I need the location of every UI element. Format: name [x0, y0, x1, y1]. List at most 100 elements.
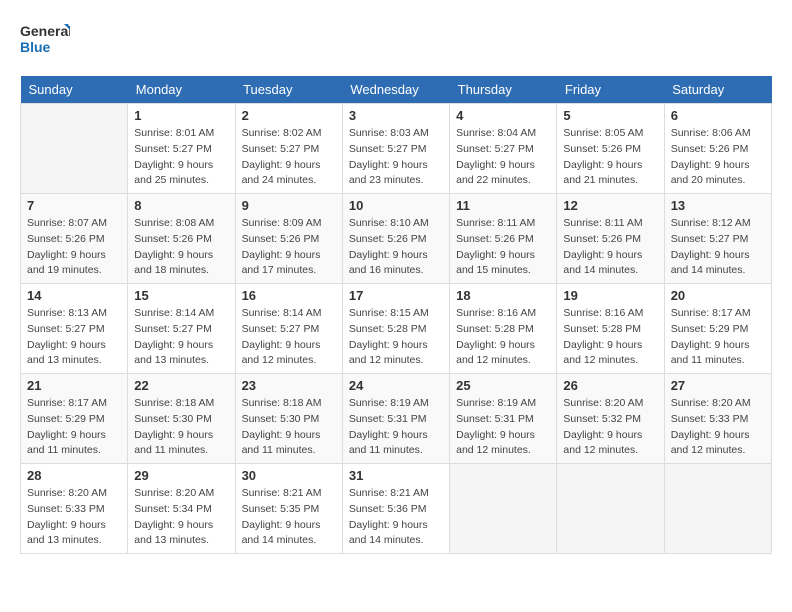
calendar-cell: 18 Sunrise: 8:16 AMSunset: 5:28 PMDayligh… — [450, 284, 557, 374]
weekday-header-saturday: Saturday — [664, 76, 771, 104]
calendar-cell: 2 Sunrise: 8:02 AMSunset: 5:27 PMDaylight… — [235, 104, 342, 194]
calendar-cell: 15Sunrise: 8:14 AMSunset: 5:27 PMDayligh… — [128, 284, 235, 374]
day-number: 26 — [563, 378, 657, 393]
calendar-cell — [664, 464, 771, 554]
day-number: 4 — [456, 108, 550, 123]
calendar-cell: 13 Sunrise: 8:12 AMSunset: 5:27 PMDayligh… — [664, 194, 771, 284]
calendar-week-2: 7Sunrise: 8:07 AMSunset: 5:26 PMDaylight… — [21, 194, 772, 284]
calendar-cell — [557, 464, 664, 554]
day-number: 12 — [563, 198, 657, 213]
day-info: Sunrise: 8:21 AMSunset: 5:36 PMDaylight:… — [349, 486, 443, 549]
day-number: 7 — [27, 198, 121, 213]
day-info: Sunrise: 8:16 AMSunset: 5:28 PMDaylight:… — [456, 306, 550, 369]
calendar-cell: 3Sunrise: 8:03 AMSunset: 5:27 PMDaylight… — [342, 104, 449, 194]
day-info: Sunrise: 8:17 AMSunset: 5:29 PMDaylight:… — [27, 396, 121, 459]
logo-svg: General Blue — [20, 20, 70, 60]
calendar-cell — [450, 464, 557, 554]
day-info: Sunrise: 8:21 AMSunset: 5:35 PMDaylight:… — [242, 486, 336, 549]
day-info: Sunrise: 8:05 AMSunset: 5:26 PMDaylight:… — [563, 126, 657, 189]
calendar-table: SundayMondayTuesdayWednesdayThursdayFrid… — [20, 76, 772, 554]
calendar-cell: 5 Sunrise: 8:05 AMSunset: 5:26 PMDaylight… — [557, 104, 664, 194]
calendar-cell: 23Sunrise: 8:18 AMSunset: 5:30 PMDayligh… — [235, 374, 342, 464]
calendar-cell: 28 Sunrise: 8:20 AMSunset: 5:33 PMDayligh… — [21, 464, 128, 554]
calendar-cell: 30 Sunrise: 8:21 AMSunset: 5:35 PMDayligh… — [235, 464, 342, 554]
day-number: 25 — [456, 378, 550, 393]
calendar-cell — [21, 104, 128, 194]
calendar-week-3: 14 Sunrise: 8:13 AMSunset: 5:27 PMDayligh… — [21, 284, 772, 374]
day-info: Sunrise: 8:12 AMSunset: 5:27 PMDaylight:… — [671, 216, 765, 279]
weekday-header-wednesday: Wednesday — [342, 76, 449, 104]
day-info: Sunrise: 8:17 AMSunset: 5:29 PMDaylight:… — [671, 306, 765, 369]
weekday-header-sunday: Sunday — [21, 76, 128, 104]
calendar-cell: 27 Sunrise: 8:20 AMSunset: 5:33 PMDayligh… — [664, 374, 771, 464]
day-info: Sunrise: 8:13 AMSunset: 5:27 PMDaylight:… — [27, 306, 121, 369]
day-info: Sunrise: 8:19 AMSunset: 5:31 PMDaylight:… — [349, 396, 443, 459]
day-number: 29 — [134, 468, 228, 483]
svg-text:Blue: Blue — [20, 39, 51, 55]
calendar-cell: 9Sunrise: 8:09 AMSunset: 5:26 PMDaylight… — [235, 194, 342, 284]
day-number: 18 — [456, 288, 550, 303]
day-info: Sunrise: 8:11 AMSunset: 5:26 PMDaylight:… — [456, 216, 550, 279]
day-info: Sunrise: 8:14 AMSunset: 5:27 PMDaylight:… — [242, 306, 336, 369]
calendar-cell: 22Sunrise: 8:18 AMSunset: 5:30 PMDayligh… — [128, 374, 235, 464]
day-number: 5 — [563, 108, 657, 123]
day-number: 6 — [671, 108, 765, 123]
day-number: 20 — [671, 288, 765, 303]
calendar-cell: 7Sunrise: 8:07 AMSunset: 5:26 PMDaylight… — [21, 194, 128, 284]
day-info: Sunrise: 8:18 AMSunset: 5:30 PMDaylight:… — [134, 396, 228, 459]
calendar-cell: 16 Sunrise: 8:14 AMSunset: 5:27 PMDayligh… — [235, 284, 342, 374]
day-info: Sunrise: 8:16 AMSunset: 5:28 PMDaylight:… — [563, 306, 657, 369]
day-number: 21 — [27, 378, 121, 393]
calendar-cell: 21 Sunrise: 8:17 AMSunset: 5:29 PMDayligh… — [21, 374, 128, 464]
calendar-cell: 26 Sunrise: 8:20 AMSunset: 5:32 PMDayligh… — [557, 374, 664, 464]
day-number: 30 — [242, 468, 336, 483]
day-number: 11 — [456, 198, 550, 213]
day-info: Sunrise: 8:20 AMSunset: 5:34 PMDaylight:… — [134, 486, 228, 549]
day-number: 2 — [242, 108, 336, 123]
day-info: Sunrise: 8:20 AMSunset: 5:33 PMDaylight:… — [27, 486, 121, 549]
day-number: 28 — [27, 468, 121, 483]
day-number: 24 — [349, 378, 443, 393]
day-number: 10 — [349, 198, 443, 213]
day-info: Sunrise: 8:03 AMSunset: 5:27 PMDaylight:… — [349, 126, 443, 189]
calendar-cell: 31 Sunrise: 8:21 AMSunset: 5:36 PMDayligh… — [342, 464, 449, 554]
day-number: 23 — [242, 378, 336, 393]
page-header: General Blue — [20, 20, 772, 60]
calendar-cell: 6 Sunrise: 8:06 AMSunset: 5:26 PMDaylight… — [664, 104, 771, 194]
calendar-cell: 14 Sunrise: 8:13 AMSunset: 5:27 PMDayligh… — [21, 284, 128, 374]
day-number: 14 — [27, 288, 121, 303]
weekday-header-row: SundayMondayTuesdayWednesdayThursdayFrid… — [21, 76, 772, 104]
day-info: Sunrise: 8:06 AMSunset: 5:26 PMDaylight:… — [671, 126, 765, 189]
day-info: Sunrise: 8:10 AMSunset: 5:26 PMDaylight:… — [349, 216, 443, 279]
logo: General Blue — [20, 20, 70, 60]
day-number: 16 — [242, 288, 336, 303]
day-info: Sunrise: 8:01 AMSunset: 5:27 PMDaylight:… — [134, 126, 228, 189]
calendar-cell: 1Sunrise: 8:01 AMSunset: 5:27 PMDaylight… — [128, 104, 235, 194]
day-number: 27 — [671, 378, 765, 393]
calendar-cell: 24 Sunrise: 8:19 AMSunset: 5:31 PMDayligh… — [342, 374, 449, 464]
calendar-cell: 25Sunrise: 8:19 AMSunset: 5:31 PMDayligh… — [450, 374, 557, 464]
svg-text:General: General — [20, 23, 70, 39]
calendar-cell: 12 Sunrise: 8:11 AMSunset: 5:26 PMDayligh… — [557, 194, 664, 284]
calendar-cell: 4Sunrise: 8:04 AMSunset: 5:27 PMDaylight… — [450, 104, 557, 194]
day-info: Sunrise: 8:02 AMSunset: 5:27 PMDaylight:… — [242, 126, 336, 189]
calendar-cell: 17Sunrise: 8:15 AMSunset: 5:28 PMDayligh… — [342, 284, 449, 374]
calendar-cell: 8Sunrise: 8:08 AMSunset: 5:26 PMDaylight… — [128, 194, 235, 284]
day-info: Sunrise: 8:20 AMSunset: 5:33 PMDaylight:… — [671, 396, 765, 459]
weekday-header-thursday: Thursday — [450, 76, 557, 104]
calendar-cell: 11 Sunrise: 8:11 AMSunset: 5:26 PMDayligh… — [450, 194, 557, 284]
weekday-header-friday: Friday — [557, 76, 664, 104]
day-info: Sunrise: 8:20 AMSunset: 5:32 PMDaylight:… — [563, 396, 657, 459]
calendar-week-4: 21 Sunrise: 8:17 AMSunset: 5:29 PMDayligh… — [21, 374, 772, 464]
calendar-week-1: 1Sunrise: 8:01 AMSunset: 5:27 PMDaylight… — [21, 104, 772, 194]
day-number: 13 — [671, 198, 765, 213]
day-number: 19 — [563, 288, 657, 303]
weekday-header-monday: Monday — [128, 76, 235, 104]
day-info: Sunrise: 8:11 AMSunset: 5:26 PMDaylight:… — [563, 216, 657, 279]
day-number: 31 — [349, 468, 443, 483]
day-number: 8 — [134, 198, 228, 213]
day-number: 9 — [242, 198, 336, 213]
calendar-cell: 29 Sunrise: 8:20 AMSunset: 5:34 PMDayligh… — [128, 464, 235, 554]
calendar-cell: 20 Sunrise: 8:17 AMSunset: 5:29 PMDayligh… — [664, 284, 771, 374]
day-number: 15 — [134, 288, 228, 303]
